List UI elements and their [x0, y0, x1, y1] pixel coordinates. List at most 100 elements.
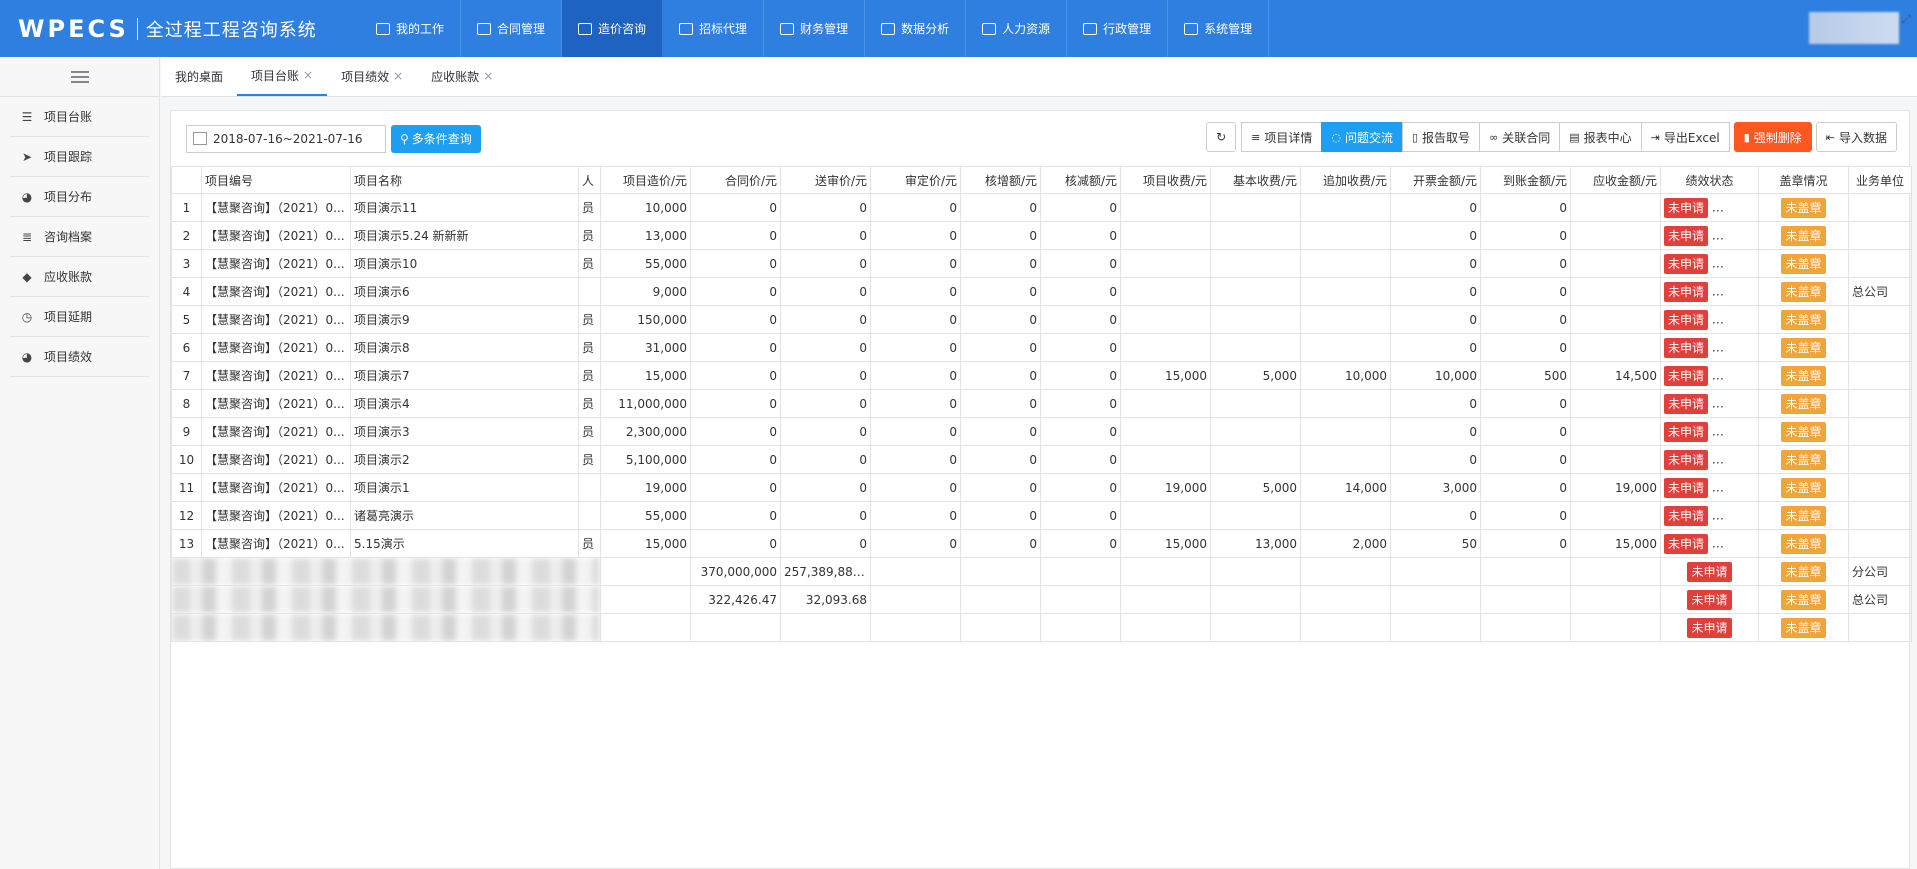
not-applied-badge[interactable]: 未申请	[1664, 393, 1709, 414]
not-sealed-badge[interactable]: 未盖章	[1781, 309, 1826, 330]
initiate-badge[interactable]: 发起...	[1711, 253, 1756, 274]
not-sealed-badge[interactable]: 未盖章	[1781, 617, 1826, 638]
column-header[interactable]: 基本收费/元	[1210, 166, 1301, 194]
table-row[interactable]: 3 【慧聚咨询】（2021）0... 项目演示10 员 55,000 0 0 0 0 0 0 0 未申请…	[171, 249, 1912, 278]
not-sealed-badge[interactable]: 未盖章	[1781, 281, 1826, 302]
not-applied-badge[interactable]: 未申请	[1664, 449, 1709, 470]
multi-condition-search-button[interactable]: ⚲ 多条件查询	[391, 124, 481, 153]
initiate-badge[interactable]: 发起...	[1711, 533, 1756, 554]
initiate-badge[interactable]: 发起...	[1711, 309, 1756, 330]
column-header[interactable]: 核增额/元	[960, 166, 1041, 194]
table-row[interactable]: 12 【慧聚咨询】（2021）0... 诸葛亮演示 55,000 0 0 0 0 0 0 0 未申请 …	[171, 501, 1912, 530]
sidebar-item-5[interactable]: ◷ 项目延期	[10, 297, 149, 337]
not-sealed-badge[interactable]: 未盖章	[1781, 337, 1826, 358]
tab-0[interactable]: 我的桌面	[161, 56, 237, 96]
nav-item-6[interactable]: 人力资源	[966, 0, 1068, 57]
nav-item-8[interactable]: 系统管理	[1168, 0, 1270, 57]
tab-3[interactable]: 应收账款 ×	[417, 56, 507, 96]
sidebar-item-3[interactable]: ≣ 咨询档案	[10, 217, 149, 257]
not-sealed-badge[interactable]: 未盖章	[1781, 505, 1826, 526]
not-applied-badge[interactable]: 未申请	[1664, 225, 1709, 246]
column-header[interactable]: 开票金额/元	[1390, 166, 1481, 194]
nav-item-1[interactable]: 合同管理	[461, 0, 563, 57]
column-header[interactable]: 项目收费/元	[1120, 166, 1211, 194]
table-row[interactable]: 1 【慧聚咨询】（2021）0... 项目演示11 员 10,000 0 0 0 0 0 0 0 未申请…	[171, 193, 1912, 222]
not-sealed-badge[interactable]: 未盖章	[1781, 449, 1826, 470]
column-header[interactable]: 到账金额/元	[1480, 166, 1571, 194]
not-applied-badge[interactable]: 未申请	[1664, 477, 1709, 498]
not-sealed-badge[interactable]: 未盖章	[1781, 225, 1826, 246]
report-center-button[interactable]: ▤ 报表中心	[1559, 122, 1642, 152]
column-header[interactable]: 合同价/元	[690, 166, 781, 194]
not-sealed-badge[interactable]: 未盖章	[1781, 365, 1826, 386]
table-row[interactable]: 322,426.47 32,093.68 未申请 未盖章 总公司	[171, 585, 1912, 614]
initiate-badge[interactable]: 发起...	[1711, 505, 1756, 526]
nav-item-4[interactable]: 财务管理	[764, 0, 866, 57]
column-header[interactable]: 应收金额/元	[1570, 166, 1661, 194]
table-row[interactable]: 2 【慧聚咨询】（2021）0... 项目演示5.24 新新新员 13,000 0 0 0 0…	[171, 221, 1912, 250]
not-applied-badge[interactable]: 未申请	[1664, 197, 1709, 218]
not-applied-badge[interactable]: 未申请	[1664, 505, 1709, 526]
column-header[interactable]: 审定价/元	[870, 166, 961, 194]
not-sealed-badge[interactable]: 未盖章	[1781, 561, 1826, 582]
table-row[interactable]: 8 【慧聚咨询】（2021）0... 项目演示4 员 11,000,000 0 0 0 0 0 0 0…	[171, 389, 1912, 418]
sidebar-toggle-button[interactable]	[0, 57, 159, 97]
table-row[interactable]: 11 【慧聚咨询】（2021）0... 项目演示1 19,000 0 0 0 0 0 19,000…	[171, 473, 1912, 502]
initiate-badge[interactable]: 发起...	[1711, 449, 1756, 470]
table-row[interactable]: 9 【慧聚咨询】（2021）0... 项目演示3 员 2,300,000 0 0 0 0 0 0 0 未…	[171, 417, 1912, 446]
sidebar-item-0[interactable]: ☰ 项目台账	[10, 97, 149, 137]
not-sealed-badge[interactable]: 未盖章	[1781, 197, 1826, 218]
close-icon[interactable]: ×	[483, 69, 493, 83]
initiate-badge[interactable]: 发起...	[1711, 197, 1756, 218]
tab-1[interactable]: 项目台账 ×	[237, 56, 328, 96]
not-sealed-badge[interactable]: 未盖章	[1781, 533, 1826, 554]
not-sealed-badge[interactable]: 未盖章	[1781, 253, 1826, 274]
sidebar-item-4[interactable]: ◆ 应收账款	[10, 257, 149, 297]
nav-item-7[interactable]: 行政管理	[1067, 0, 1169, 57]
fullscreen-icon[interactable]: ⤢	[1901, 12, 1911, 27]
nav-item-0[interactable]: 我的工作	[360, 0, 462, 57]
table-row[interactable]: 未申请 未盖章	[171, 613, 1912, 642]
force-delete-button[interactable]: ▮ 强制删除	[1733, 122, 1812, 152]
not-applied-badge[interactable]: 未申请	[1664, 281, 1709, 302]
discussion-button[interactable]: ◌ 问题交流	[1321, 122, 1403, 152]
initiate-badge[interactable]: 发起...	[1711, 281, 1756, 302]
close-icon[interactable]: ×	[303, 68, 313, 82]
table-row[interactable]: 370,000,000 257,389,885.... 未申请 未盖章 分公司	[171, 557, 1912, 586]
column-header[interactable]: 项目编号	[201, 166, 351, 194]
column-header[interactable]: 追加收费/元	[1300, 166, 1391, 194]
not-sealed-badge[interactable]: 未盖章	[1781, 477, 1826, 498]
column-header[interactable]: 项目名称	[350, 166, 579, 194]
table-row[interactable]: 4 【慧聚咨询】（2021）0... 项目演示6 9,000 0 0 0 0 0 0 0 未申请 发起…	[171, 277, 1912, 306]
table-row[interactable]: 10 【慧聚咨询】（2021）0... 项目演示2 员 5,100,000 0 0 0 0 0 0 0…	[171, 445, 1912, 474]
column-header[interactable]: 业务单位	[1848, 166, 1912, 194]
not-applied-badge[interactable]: 未申请	[1664, 309, 1709, 330]
not-applied-badge[interactable]: 未申请	[1664, 337, 1709, 358]
nav-item-2[interactable]: 造价咨询	[562, 0, 664, 57]
column-header[interactable]	[171, 166, 202, 194]
not-applied-badge[interactable]: 未申请	[1687, 561, 1732, 582]
column-header[interactable]: 核减额/元	[1040, 166, 1121, 194]
refresh-button[interactable]: ↻	[1206, 122, 1237, 152]
table-row[interactable]: 7 【慧聚咨询】（2021）0... 项目演示7 员 15,000 0 0 0 0 0 15,000…	[171, 361, 1912, 390]
nav-item-5[interactable]: 数据分析	[865, 0, 967, 57]
report-number-button[interactable]: ▯ 报告取号	[1401, 122, 1481, 152]
not-applied-badge[interactable]: 未申请	[1664, 365, 1709, 386]
close-icon[interactable]: ×	[393, 69, 403, 83]
nav-item-3[interactable]: 招标代理	[663, 0, 765, 57]
initiate-badge[interactable]: 发起...	[1711, 337, 1756, 358]
not-sealed-badge[interactable]: 未盖章	[1781, 421, 1826, 442]
not-applied-badge[interactable]: 未申请	[1687, 617, 1732, 638]
initiate-badge[interactable]: 发起...	[1711, 365, 1756, 386]
not-sealed-badge[interactable]: 未盖章	[1781, 589, 1826, 610]
not-applied-badge[interactable]: 未申请	[1664, 421, 1709, 442]
import-data-button[interactable]: ⇤ 导入数据	[1815, 122, 1897, 152]
date-range-input[interactable]: 2018-07-16~2021-07-16	[186, 124, 386, 153]
export-excel-button[interactable]: ⇥ 导出Excel	[1640, 122, 1730, 152]
not-applied-badge[interactable]: 未申请	[1664, 533, 1709, 554]
not-applied-badge[interactable]: 未申请	[1664, 253, 1709, 274]
not-sealed-badge[interactable]: 未盖章	[1781, 393, 1826, 414]
column-header[interactable]: 绩效状态	[1660, 166, 1759, 194]
initiate-badge[interactable]: 发起...	[1711, 421, 1756, 442]
table-row[interactable]: 13 【慧聚咨询】（2021）0... 5.15演示员 15,000 0 0 0 0 0 15,0…	[171, 529, 1912, 558]
